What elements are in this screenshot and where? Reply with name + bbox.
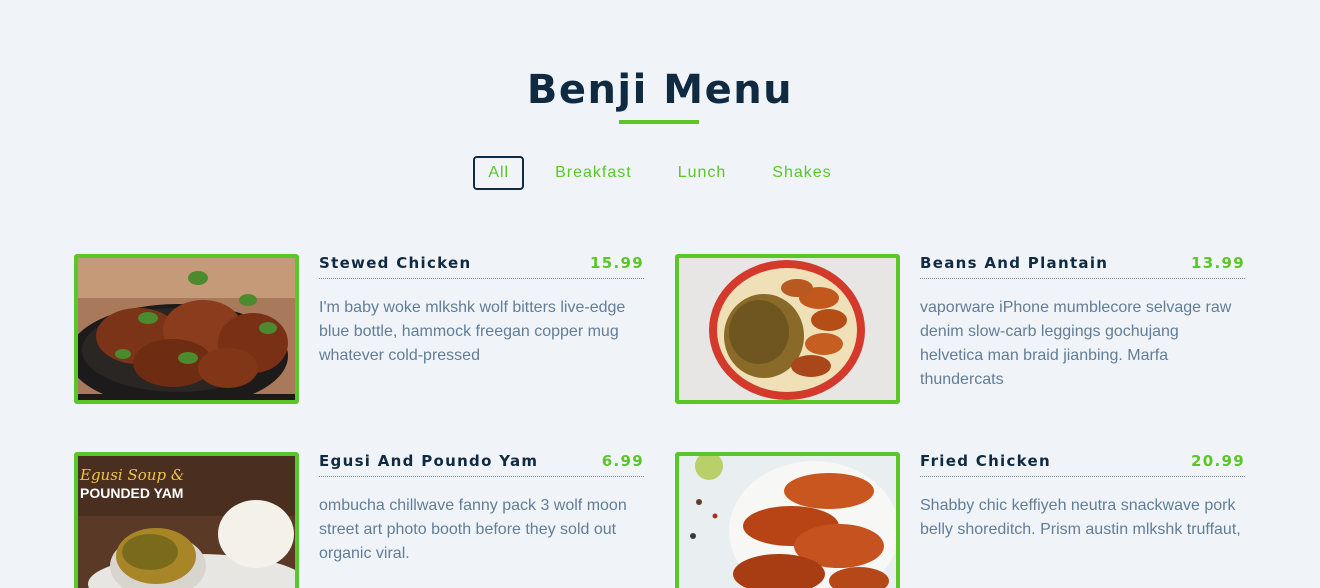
beans-and-plantain-photo	[675, 254, 900, 404]
menu-item: Fried Chicken 20.99 Shabby chic keffiyeh…	[675, 452, 1245, 588]
title-underline	[619, 120, 699, 124]
item-price: 20.99	[1191, 452, 1245, 470]
page-title: Benji Menu	[526, 67, 794, 113]
stewed-chicken-photo	[74, 254, 299, 404]
filter-all-button[interactable]: All	[473, 156, 525, 190]
menu-item: Stewed Chicken 15.99 I'm baby woke mlksh…	[74, 254, 644, 404]
item-name: Stewed Chicken	[319, 254, 472, 272]
filter-shakes-button[interactable]: Shakes	[757, 156, 846, 190]
filter-breakfast-button[interactable]: Breakfast	[540, 156, 647, 190]
egusi-photo-text-1: Egusi Soup &	[79, 466, 184, 484]
filter-lunch-button[interactable]: Lunch	[663, 156, 742, 190]
egusi-photo-text-2: POUNDED YAM	[80, 485, 183, 501]
fried-chicken-photo	[675, 452, 900, 588]
item-description: vaporware iPhone mumblecore selvage raw …	[920, 299, 1232, 388]
item-price: 13.99	[1191, 254, 1245, 272]
filter-bar: All Breakfast Lunch Shakes	[0, 156, 1320, 190]
menu-grid: Stewed Chicken 15.99 I'm baby woke mlksh…	[74, 254, 1246, 588]
menu-item: Beans And Plantain 13.99 vaporware iPhon…	[675, 254, 1245, 404]
item-price: 15.99	[590, 254, 644, 272]
menu-item: Egusi Soup & POUNDED YAM Egusi And Pound…	[74, 452, 644, 588]
item-price: 6.99	[601, 452, 644, 470]
item-name: Egusi And Poundo Yam	[319, 452, 539, 470]
item-description: ombucha chillwave fanny pack 3 wolf moon…	[319, 497, 627, 562]
item-name: Beans And Plantain	[920, 254, 1109, 272]
egusi-and-poundo-yam-photo: Egusi Soup & POUNDED YAM	[74, 452, 299, 588]
item-name: Fried Chicken	[920, 452, 1052, 470]
item-description: I'm baby woke mlkshk wolf bitters live-e…	[319, 299, 626, 364]
item-description: Shabby chic keffiyeh neutra snackwave po…	[920, 497, 1241, 538]
